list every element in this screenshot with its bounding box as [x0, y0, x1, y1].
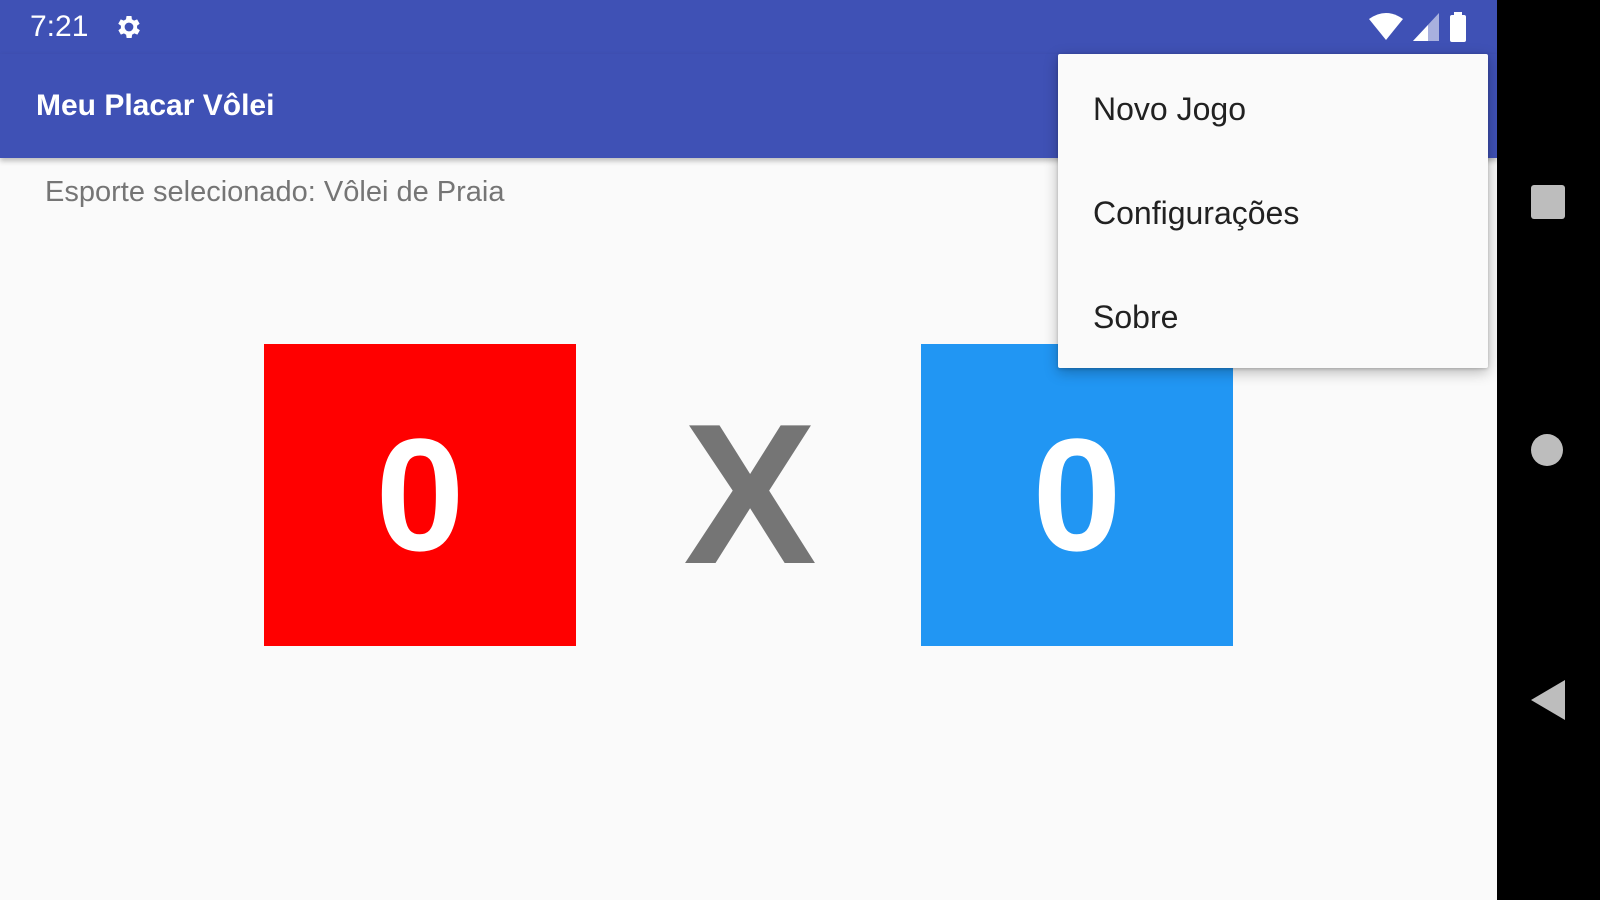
cell-signal-icon [1413, 13, 1439, 41]
status-time: 7:21 [30, 10, 89, 43]
status-bar: 7:21 [0, 0, 1497, 54]
sport-label: Esporte selecionado: Vôlei de Praia [45, 176, 505, 208]
menu-item-label: Sobre [1093, 298, 1179, 335]
left-team-score-button[interactable]: 0 [264, 344, 576, 646]
menu-item-novo-jogo[interactable]: Novo Jogo [1058, 57, 1488, 161]
left-team-score: 0 [375, 405, 465, 584]
home-circle-icon[interactable] [1531, 434, 1563, 466]
versus-label: X [683, 383, 817, 606]
right-team-score: 0 [1032, 405, 1122, 584]
app-title: Meu Placar Vôlei [36, 89, 275, 122]
gear-icon [118, 16, 140, 38]
menu-item-label: Configurações [1093, 194, 1300, 231]
overflow-menu: Novo Jogo Configurações Sobre [1058, 54, 1488, 368]
right-team-score-button[interactable]: 0 [921, 344, 1233, 646]
status-icons [1369, 12, 1467, 42]
menu-item-sobre[interactable]: Sobre [1058, 265, 1488, 369]
battery-icon [1450, 12, 1466, 42]
menu-item-label: Novo Jogo [1093, 90, 1246, 127]
menu-item-configuracoes[interactable]: Configurações [1058, 161, 1488, 265]
back-triangle-icon[interactable] [1529, 680, 1565, 720]
recents-square-icon[interactable] [1531, 185, 1565, 219]
app-screen: 7:21 Meu Placar Vôlei Esporte selecionad… [0, 0, 1497, 900]
wifi-icon [1369, 13, 1403, 40]
